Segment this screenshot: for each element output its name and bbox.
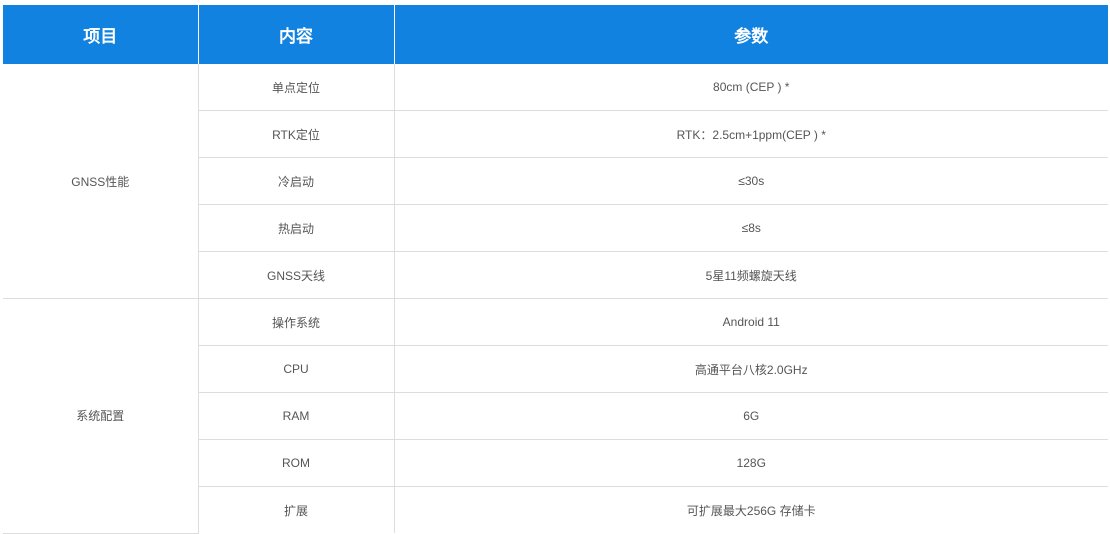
table-row: 系统配置 操作系统 Android 11 xyxy=(3,298,1108,534)
row-item: RTK定位 xyxy=(197,110,394,158)
row-value: ≤8s xyxy=(393,204,1108,252)
group-name-system: 系统配置 xyxy=(3,298,198,534)
row-value: Android 11 xyxy=(393,298,1108,346)
spec-table-body: GNSS性能 单点定位 80cm (CEP ) * RTK定位 RTK：2.5c… xyxy=(3,64,1108,534)
table-row: GNSS性能 单点定位 80cm (CEP ) * xyxy=(3,64,1108,299)
row-item: RAM xyxy=(197,392,394,440)
row-item: CPU xyxy=(197,345,394,393)
row-item: GNSS天线 xyxy=(197,251,394,299)
row-item: ROM xyxy=(197,439,394,487)
row-value: 高通平台八核2.0GHz xyxy=(393,345,1108,393)
row-value: 128G xyxy=(393,439,1108,487)
row-item: 操作系统 xyxy=(197,298,394,346)
row-value: 可扩展最大256G 存储卡 xyxy=(393,486,1108,533)
header-row: 项目 内容 参数 xyxy=(3,5,1108,64)
spec-table-header: 项目 内容 参数 xyxy=(3,5,1108,64)
row-value: ≤30s xyxy=(393,157,1108,205)
row-item: 热启动 xyxy=(197,204,394,252)
row-item: 单点定位 xyxy=(197,64,394,111)
row-item: 冷启动 xyxy=(197,157,394,205)
row-value: 5星11频螺旋天线 xyxy=(393,251,1108,299)
row-value: RTK：2.5cm+1ppm(CEP ) * xyxy=(393,110,1108,158)
header-content: 内容 xyxy=(197,5,394,64)
row-item: 扩展 xyxy=(197,486,394,533)
group-name-gnss: GNSS性能 xyxy=(3,64,198,299)
row-value: 80cm (CEP ) * xyxy=(393,64,1108,111)
row-value: 6G xyxy=(393,392,1108,440)
spec-table: 项目 内容 参数 GNSS性能 单点定位 80cm (CEP ) * RTK定位… xyxy=(3,5,1108,534)
header-project: 项目 xyxy=(3,5,198,64)
header-parameter: 参数 xyxy=(393,5,1108,64)
